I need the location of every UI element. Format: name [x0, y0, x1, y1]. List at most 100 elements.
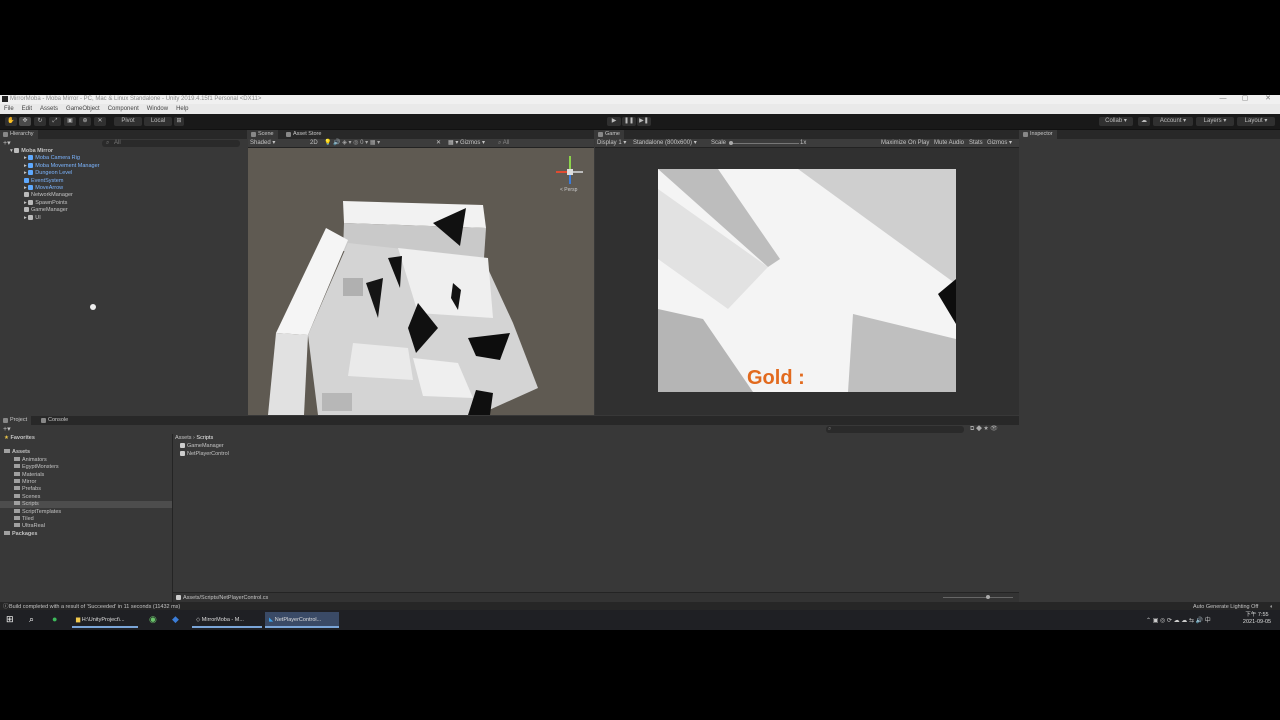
account-dropdown[interactable]: Account ▾ [1153, 117, 1193, 126]
file-item[interactable]: GameManager [180, 443, 224, 450]
project-folder-item[interactable]: ScriptTemplates [0, 508, 172, 516]
hierarchy-item[interactable]: EventSystem [24, 177, 63, 185]
project-folder-item[interactable]: Materials [0, 471, 172, 479]
cloud-icon[interactable]: ☁ [1138, 117, 1150, 126]
hierarchy-item[interactable]: ▸ MoveArrow [24, 185, 63, 192]
move-tool-icon[interactable]: ✥ [19, 117, 31, 126]
rotate-tool-icon[interactable]: ↻ [34, 117, 46, 126]
game-gizmos-dropdown[interactable]: Gizmos ▾ [987, 140, 1012, 147]
visual-studio-icon[interactable]: ◆ [172, 614, 183, 625]
wechat-icon[interactable]: ● [52, 614, 63, 625]
breadcrumb-scripts[interactable]: Scripts [196, 435, 213, 441]
menu-assets[interactable]: Assets [40, 106, 58, 112]
project-folder-item[interactable]: Packages [0, 530, 172, 538]
hierarchy-item[interactable]: ▸ Moba Camera Rig [24, 155, 80, 162]
tab-inspector[interactable]: Inspector [1020, 130, 1057, 139]
game-viewport[interactable]: Gold : [658, 169, 956, 392]
project-folder-item[interactable]: Tiled [0, 516, 172, 523]
asset-store-tab-label: Asset Store [293, 131, 322, 137]
tab-asset-store[interactable]: Asset Store [283, 130, 325, 139]
maximize-button[interactable]: ▢ [1235, 95, 1255, 104]
project-folder-item[interactable]: Assets [0, 449, 172, 456]
system-tray-icons[interactable]: ⌃ ▣ ◎ ⟳ ☁ ☁ ⇆ 🔊 中 [1146, 615, 1211, 624]
toggle-2d-button[interactable]: 2D [310, 140, 318, 147]
project-folder-item[interactable]: Animators [0, 456, 172, 464]
gizmo-search[interactable]: ⌕ All [498, 140, 509, 147]
project-folder-item[interactable]: ★ Favorites [0, 435, 172, 442]
menu-file[interactable]: File [4, 106, 14, 112]
folder-icon [14, 486, 20, 491]
project-folder-item[interactable]: EgyptMonsters [0, 464, 172, 471]
menu-gameobject[interactable]: GameObject [66, 106, 100, 112]
project-folder-item[interactable]: Scenes [0, 493, 172, 501]
project-folder-item[interactable]: Scripts [0, 501, 172, 509]
scale-tool-icon[interactable]: ⤢ [49, 117, 61, 126]
pause-button[interactable]: ❚❚ [622, 117, 636, 126]
filter-icons[interactable]: ⧉ ◆ ★ 👁 [970, 425, 998, 434]
hierarchy-item[interactable]: ▸ Dungeon Level [24, 170, 72, 177]
project-folder-item[interactable]: Mirror [0, 479, 172, 486]
icon-size-slider-thumb[interactable] [986, 595, 990, 599]
display-dropdown[interactable]: Display 1 ▾ [597, 140, 626, 147]
hierarchy-search-input[interactable]: ⌕ All [102, 140, 240, 147]
close-button[interactable]: ✕ [1258, 95, 1278, 104]
gizmos-dropdown[interactable]: ▦ ▾ Gizmos ▾ [448, 140, 485, 147]
hierarchy-item[interactable]: GameManager [24, 207, 68, 214]
folder-label: Prefabs [22, 486, 41, 493]
create-icon[interactable]: +▾ [3, 425, 11, 433]
shading-mode-dropdown[interactable]: Shaded ▾ [250, 140, 275, 147]
stats-toggle[interactable]: Stats [969, 140, 983, 147]
hierarchy-item[interactable]: NetworkManager [24, 192, 73, 199]
scale-slider-thumb[interactable] [729, 141, 733, 145]
breadcrumb-assets[interactable]: Assets [175, 435, 192, 441]
chrome-icon[interactable]: ◉ [149, 614, 160, 625]
file-item[interactable]: NetPlayerControl [180, 451, 229, 458]
add-icon[interactable]: +▾ [3, 139, 11, 147]
menu-help[interactable]: Help [176, 106, 188, 112]
project-search-input[interactable]: ⌕ [826, 426, 964, 433]
project-folder-item[interactable]: UltraReal [0, 523, 172, 530]
layout-dropdown[interactable]: Layout ▾ [1237, 117, 1275, 126]
collab-dropdown[interactable]: Collab ▾ [1099, 117, 1133, 126]
menu-window[interactable]: Window [147, 106, 168, 112]
hand-tool-icon[interactable]: ✋ [5, 117, 17, 126]
title-bar: MirrorMoba - Moba Mirror - PC, Mac & Lin… [0, 95, 1280, 104]
step-button[interactable]: ▶❚ [637, 117, 651, 126]
menu-component[interactable]: Component [108, 106, 139, 112]
grid-snap-icon[interactable]: ⊞ [174, 117, 184, 126]
clock[interactable]: 下午 7:55 2021-09-05 [1240, 612, 1274, 626]
hierarchy-item[interactable]: ▸ SpawnPoints [24, 199, 67, 207]
maximize-on-play-toggle[interactable]: Maximize On Play [881, 140, 929, 147]
local-toggle[interactable]: Local [144, 117, 172, 126]
pivot-toggle[interactable]: Pivot [114, 117, 142, 126]
tab-project[interactable]: Project [0, 416, 32, 425]
custom-tool-icon[interactable]: ✕ [94, 117, 106, 126]
hierarchy-item[interactable]: ▾ Moba Mirror [10, 148, 53, 155]
project-folder-item[interactable]: Prefabs [0, 486, 172, 493]
play-button[interactable]: ▶ [607, 117, 621, 126]
scale-slider[interactable] [729, 141, 799, 145]
resolution-dropdown[interactable]: Standalone (800x600) ▾ [633, 140, 697, 147]
icon-size-slider[interactable] [943, 595, 1013, 599]
minimize-button[interactable]: — [1213, 95, 1233, 104]
mute-audio-toggle[interactable]: Mute Audio [934, 140, 964, 147]
tab-console[interactable]: Console [38, 416, 72, 425]
tools-icon[interactable]: ✕ [436, 139, 441, 147]
menu-edit[interactable]: Edit [22, 106, 32, 112]
taskbar-vscode[interactable]: ◣ NetPlayerControl... [265, 612, 339, 628]
scene-viewport[interactable]: < Persp [248, 148, 594, 415]
tab-game[interactable]: Game [595, 130, 624, 139]
tab-hierarchy[interactable]: Hierarchy [0, 130, 38, 139]
rect-tool-icon[interactable]: ▣ [64, 117, 76, 126]
taskbar-explorer[interactable]: ▆ H:\UnityProject\... [72, 612, 138, 628]
hierarchy-panel: Hierarchy +▾ ⌕ All ▾ Moba Mirror ▸ Moba Ca… [0, 130, 247, 415]
start-icon[interactable]: ⊞ [6, 614, 17, 625]
hierarchy-item[interactable]: ▸ Moba Movement Manager [24, 162, 100, 170]
taskbar-unity[interactable]: ◇ MirrorMoba - M... [192, 612, 262, 628]
transform-tool-icon[interactable]: ⊕ [79, 117, 91, 126]
hierarchy-item[interactable]: ▸ UI [24, 214, 41, 222]
scene-view-toggles[interactable]: 💡 🔊 ◈ ▾ ◎ 0 ▾ ▦ ▾ [324, 139, 380, 147]
search-icon[interactable]: ⌕ [29, 614, 40, 625]
tab-scene[interactable]: Scene [248, 130, 278, 139]
layers-dropdown[interactable]: Layers ▾ [1196, 117, 1234, 126]
